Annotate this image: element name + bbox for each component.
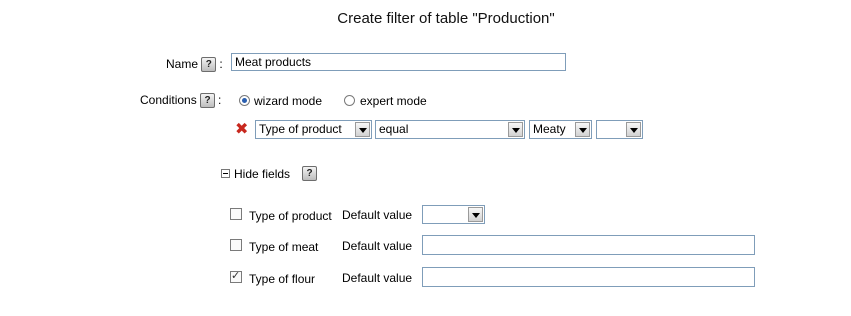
- field-checkbox-type-of-meat[interactable]: [230, 239, 242, 251]
- default-value-select[interactable]: [422, 205, 485, 224]
- page-title: Create filter of table "Production": [337, 10, 555, 27]
- default-value-label: Default value: [342, 239, 413, 253]
- chevron-down-icon: [575, 122, 590, 137]
- chevron-down-icon: [508, 122, 523, 137]
- default-value-input[interactable]: [422, 267, 755, 287]
- wizard-mode-label[interactable]: wizard mode: [254, 93, 322, 109]
- field-checkbox-type-of-product[interactable]: [230, 208, 242, 220]
- conditions-label-row: Conditions ?:: [140, 92, 222, 109]
- field-label-type-of-flour: Type of flour: [249, 272, 316, 286]
- delete-condition-icon[interactable]: ✖: [235, 121, 248, 137]
- name-label: Name: [166, 57, 199, 71]
- chevron-down-icon: [626, 122, 641, 137]
- name-colon: :: [219, 57, 223, 71]
- expert-mode-label[interactable]: expert mode: [360, 93, 427, 109]
- name-label-row: Name ?:: [166, 56, 223, 73]
- default-value-label: Default value: [342, 271, 413, 285]
- condition-operator-select[interactable]: equal: [375, 120, 525, 139]
- wizard-mode-radio[interactable]: [239, 95, 250, 106]
- help-icon[interactable]: ?: [201, 57, 217, 73]
- chevron-down-icon: [468, 207, 483, 222]
- field-label-type-of-meat: Type of meat: [249, 240, 319, 254]
- hide-fields-link[interactable]: Hide fields: [234, 166, 290, 182]
- field-label-type-of-product: Type of product: [249, 209, 332, 223]
- conditions-colon: :: [218, 93, 222, 107]
- condition-field-value: Type of product: [259, 122, 342, 136]
- default-value-label: Default value: [342, 208, 413, 222]
- conditions-label: Conditions: [140, 93, 197, 107]
- help-icon[interactable]: ?: [200, 93, 216, 109]
- collapse-icon[interactable]: [221, 169, 230, 178]
- chevron-down-icon: [355, 122, 370, 137]
- expert-mode-radio[interactable]: [344, 95, 355, 106]
- condition-field-select[interactable]: Type of product: [255, 120, 372, 139]
- default-value-input[interactable]: [422, 235, 755, 255]
- field-checkbox-type-of-flour[interactable]: [230, 269, 242, 283]
- condition-value: Meaty: [533, 122, 566, 136]
- condition-extra-select[interactable]: [596, 120, 643, 139]
- name-input[interactable]: [231, 53, 566, 71]
- condition-operator-value: equal: [379, 122, 409, 136]
- condition-value-select[interactable]: Meaty: [529, 120, 592, 139]
- help-icon[interactable]: ?: [302, 166, 317, 181]
